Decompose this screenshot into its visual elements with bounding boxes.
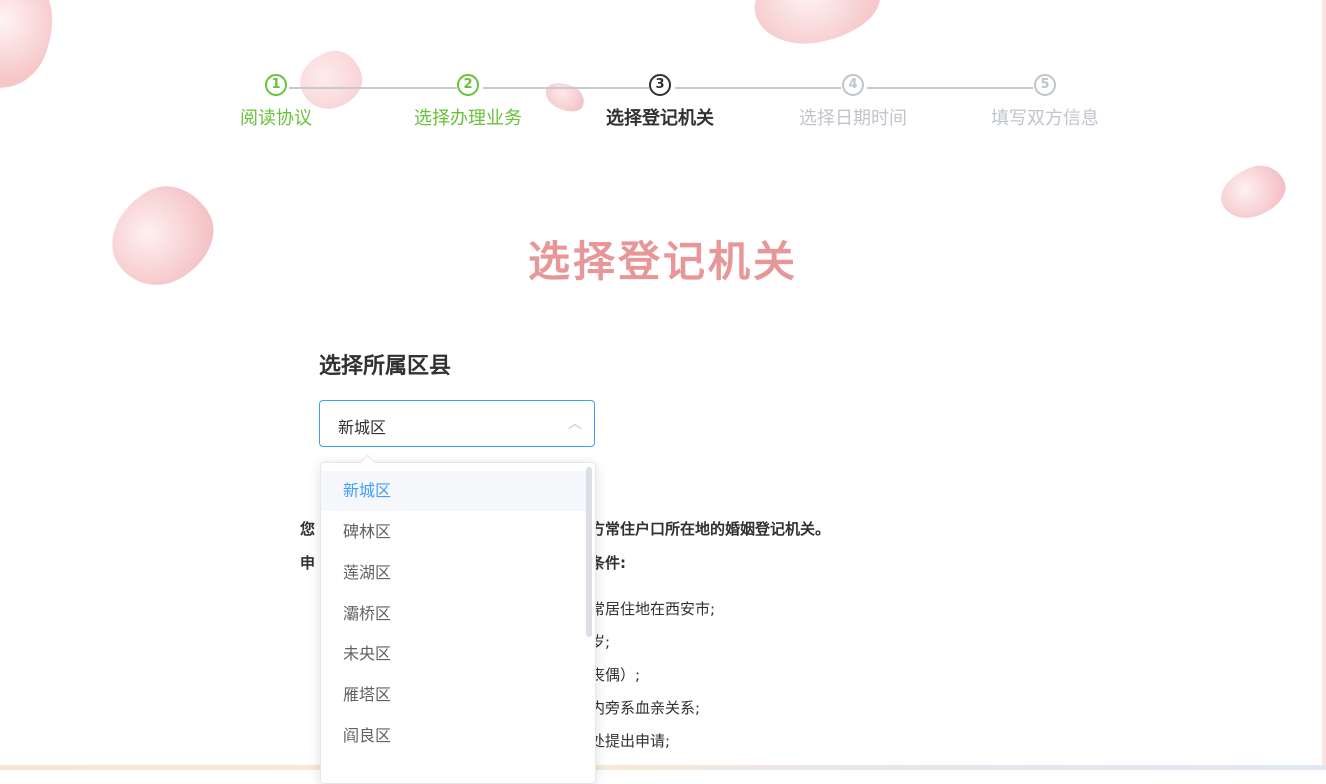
- step-label: 选择日期时间: [799, 108, 907, 129]
- step-number: 2: [457, 74, 479, 96]
- district-option[interactable]: 未央区: [321, 634, 587, 674]
- petal-decoration: [1213, 158, 1293, 226]
- district-option[interactable]: 碑林区: [321, 512, 587, 552]
- info-line-prefix: 您: [300, 520, 316, 538]
- step-indicator: 1 阅读协议 2 选择办理业务 3 选择登记机关 4 选择日期时间 5 填写双方…: [0, 74, 1326, 144]
- step-label: 选择登记机关: [606, 108, 714, 129]
- district-select[interactable]: 新城区 ︿: [319, 400, 595, 447]
- step-select-datetime: 4 选择日期时间: [773, 74, 933, 130]
- step-number: 4: [842, 74, 864, 96]
- district-option[interactable]: 阎良区: [321, 716, 587, 756]
- district-option[interactable]: 灞桥区: [321, 594, 587, 634]
- step-label: 选择办理业务: [414, 108, 522, 129]
- condition-item: 丧偶）;: [590, 666, 641, 684]
- district-select-value: 新城区: [338, 418, 387, 437]
- step-fill-info: 5 填写双方信息: [965, 74, 1125, 130]
- step-select-business: 2 选择办理业务: [388, 74, 548, 130]
- district-section-label: 选择所属区县: [319, 354, 452, 379]
- condition-item: 内旁系血亲关系;: [590, 699, 701, 717]
- step-number: 3: [649, 74, 671, 96]
- step-read-agreement: 1 阅读协议: [196, 74, 356, 130]
- condition-item: 常居住地在西安市;: [590, 600, 716, 618]
- step-number: 5: [1034, 74, 1056, 96]
- info-line-prefix: 申: [300, 554, 316, 572]
- step-label: 填写双方信息: [991, 108, 1099, 129]
- chevron-up-icon: ︿: [568, 416, 582, 432]
- step-label: 阅读协议: [240, 108, 312, 129]
- district-dropdown: 新城区 碑林区 莲湖区 灞桥区 未央区 雁塔区 阎良区: [320, 462, 596, 784]
- info-line: 方常住户口所在地的婚姻登记机关。: [590, 520, 831, 538]
- dropdown-scrollbar[interactable]: [586, 467, 592, 637]
- petal-decoration: [747, 0, 887, 53]
- district-option[interactable]: 雁塔区: [321, 675, 587, 715]
- district-option[interactable]: 新城区: [321, 471, 587, 511]
- step-number: 1: [265, 74, 287, 96]
- page-title: 选择登记机关: [527, 237, 798, 286]
- bottom-strip: [0, 765, 1326, 770]
- step-select-office: 3 选择登记机关: [580, 74, 740, 130]
- condition-item: 处提出申请;: [590, 732, 671, 750]
- district-option[interactable]: 莲湖区: [321, 553, 587, 593]
